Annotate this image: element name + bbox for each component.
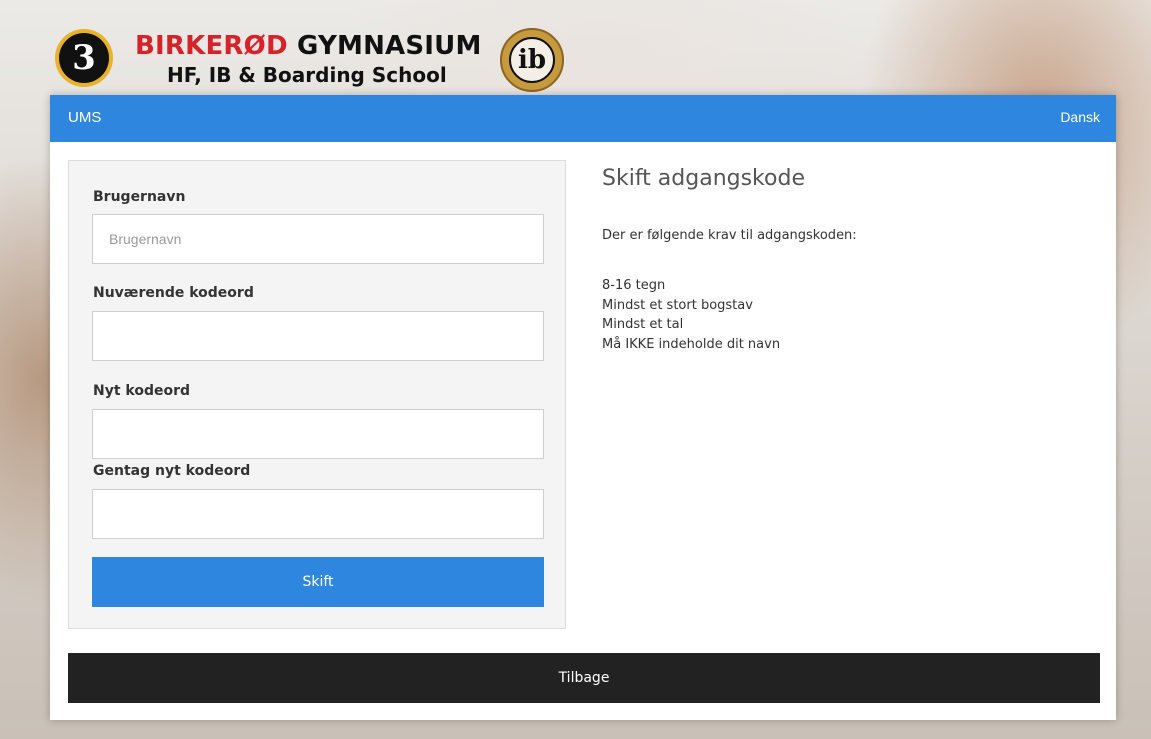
language-link[interactable]: Dansk xyxy=(1060,109,1100,125)
current-password-input[interactable] xyxy=(92,311,544,361)
requirements-list: 8-16 tegn Mindst et stort bogstav Mindst… xyxy=(602,276,780,354)
school-emblem-logo: 3 xyxy=(55,29,113,87)
page-title: Skift adgangskode xyxy=(602,166,805,191)
change-password-form: Brugernavn Nuværende kodeord Nyt kodeord… xyxy=(68,160,566,629)
school-name: BIRKERØD GYMNASIUM xyxy=(135,32,482,60)
navbar-brand-link[interactable]: UMS xyxy=(68,109,101,126)
new-password-label: Nyt kodeord xyxy=(93,383,191,399)
change-password-button[interactable]: Skift xyxy=(92,557,544,607)
ib-logo: ib xyxy=(500,28,564,92)
current-password-label: Nuværende kodeord xyxy=(93,285,254,301)
requirement-item: Mindst et stort bogstav xyxy=(602,297,753,313)
school-subtitle: HF, IB & Boarding School xyxy=(167,63,447,87)
requirement-item: Mindst et tal xyxy=(602,317,684,332)
school-name-black: GYMNASIUM xyxy=(297,31,482,61)
requirement-item: Må IKKE indeholde dit navn xyxy=(602,336,781,352)
repeat-password-input[interactable] xyxy=(92,489,544,539)
school-name-red: BIRKERØD xyxy=(135,31,288,61)
navbar: UMS Dansk xyxy=(50,95,1116,142)
school-logo-header: 3 BIRKERØD GYMNASIUM HF, IB & Boarding S… xyxy=(50,20,610,95)
requirements-intro: Der er følgende krav til adgangskoden: xyxy=(602,228,857,243)
new-password-input[interactable] xyxy=(92,409,544,459)
repeat-password-label: Gentag nyt kodeord xyxy=(93,463,251,479)
username-input[interactable] xyxy=(92,214,544,264)
username-label: Brugernavn xyxy=(93,189,186,205)
back-button[interactable]: Tilbage xyxy=(68,653,1100,703)
requirement-item: 8-16 tegn xyxy=(602,278,666,293)
